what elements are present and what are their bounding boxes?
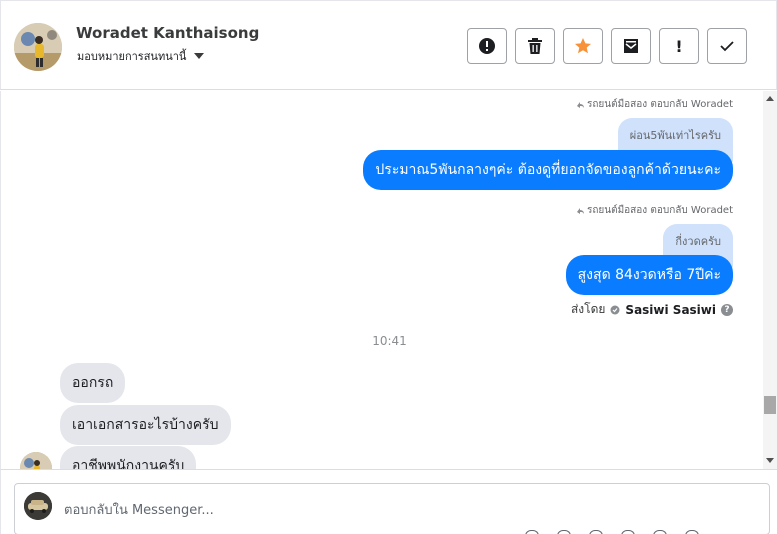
mark-done-button[interactable] <box>707 28 747 64</box>
reply-arrow-icon <box>576 101 584 108</box>
assign-label: มอบหมายการสนทนานี้ <box>77 50 187 63</box>
check-icon <box>720 41 734 52</box>
conversation-toolbar: ! <box>467 28 747 64</box>
contact-avatar-small[interactable] <box>20 452 52 469</box>
outgoing-message[interactable]: สูงสุด 84งวดหรือ 7ปีค่ะ <box>565 255 733 295</box>
star-icon <box>575 38 591 54</box>
composer-tools <box>525 530 699 534</box>
incoming-message[interactable]: อาชีพพนักงานครับ <box>60 446 197 469</box>
follow-up-button[interactable]: ! <box>659 28 699 64</box>
page-avatar <box>24 492 52 520</box>
scroll-down-icon[interactable] <box>766 458 774 463</box>
reply-arrow-icon <box>576 207 584 214</box>
reply-input[interactable]: ตอบกลับใน Messenger... <box>64 499 214 520</box>
like-icon[interactable] <box>685 530 699 534</box>
star-button[interactable] <box>563 28 603 64</box>
contact-name[interactable]: Woradet Kanthaisong <box>76 24 259 42</box>
scroll-thumb[interactable] <box>764 396 776 414</box>
mark-unread-button[interactable] <box>611 28 651 64</box>
time-separator: 10:41 <box>372 334 407 348</box>
gif-icon[interactable] <box>621 530 635 534</box>
outgoing-message[interactable]: ประมาณ5พันกลางๆค่ะ ต้องดูที่ยอกจัดของลูก… <box>363 150 733 190</box>
conversation-header: Woradet Kanthaisong มอบหมายการสนทนานี้ ! <box>0 0 777 90</box>
report-spam-button[interactable] <box>467 28 507 64</box>
chevron-down-icon <box>194 53 205 59</box>
attachment-icon[interactable] <box>557 530 571 534</box>
composer-area: ตอบกลับใน Messenger... <box>0 469 777 534</box>
sent-by-label: ส่งโดย <box>570 302 606 316</box>
exclamation-icon: ! <box>675 36 683 56</box>
sent-by-row: ส่งโดย Sasiwi Sasiwi ? <box>571 300 733 319</box>
message-thread[interactable]: รถยนต์มือสอง ตอบกลับ Woradet ผ่อน5พันเท่… <box>0 91 777 469</box>
thread-scrollbar[interactable] <box>763 91 777 469</box>
reply-note: รถยนต์มือสอง ตอบกลับ Woradet <box>576 97 733 112</box>
reply-composer[interactable]: ตอบกลับใน Messenger... <box>14 483 770 534</box>
sticker-icon[interactable] <box>653 530 667 534</box>
scroll-up-icon[interactable] <box>766 96 774 101</box>
reply-note: รถยนต์มือสอง ตอบกลับ Woradet <box>576 203 733 218</box>
delete-button[interactable] <box>515 28 555 64</box>
help-icon[interactable]: ? <box>721 303 733 316</box>
alert-circle-icon <box>479 38 495 54</box>
incoming-message[interactable]: ออกรถ <box>60 363 126 403</box>
envelope-icon <box>624 39 638 53</box>
emoji-icon[interactable] <box>525 530 539 534</box>
image-icon[interactable] <box>589 530 603 534</box>
incoming-message[interactable]: เอาเอกสารอะไรบ้างครับ <box>60 405 231 445</box>
sender-name[interactable]: Sasiwi Sasiwi <box>625 303 716 317</box>
verified-icon <box>610 305 620 314</box>
assign-conversation-dropdown[interactable]: มอบหมายการสนทนานี้ <box>77 47 205 65</box>
trash-icon <box>528 38 542 54</box>
contact-avatar[interactable] <box>14 23 62 71</box>
